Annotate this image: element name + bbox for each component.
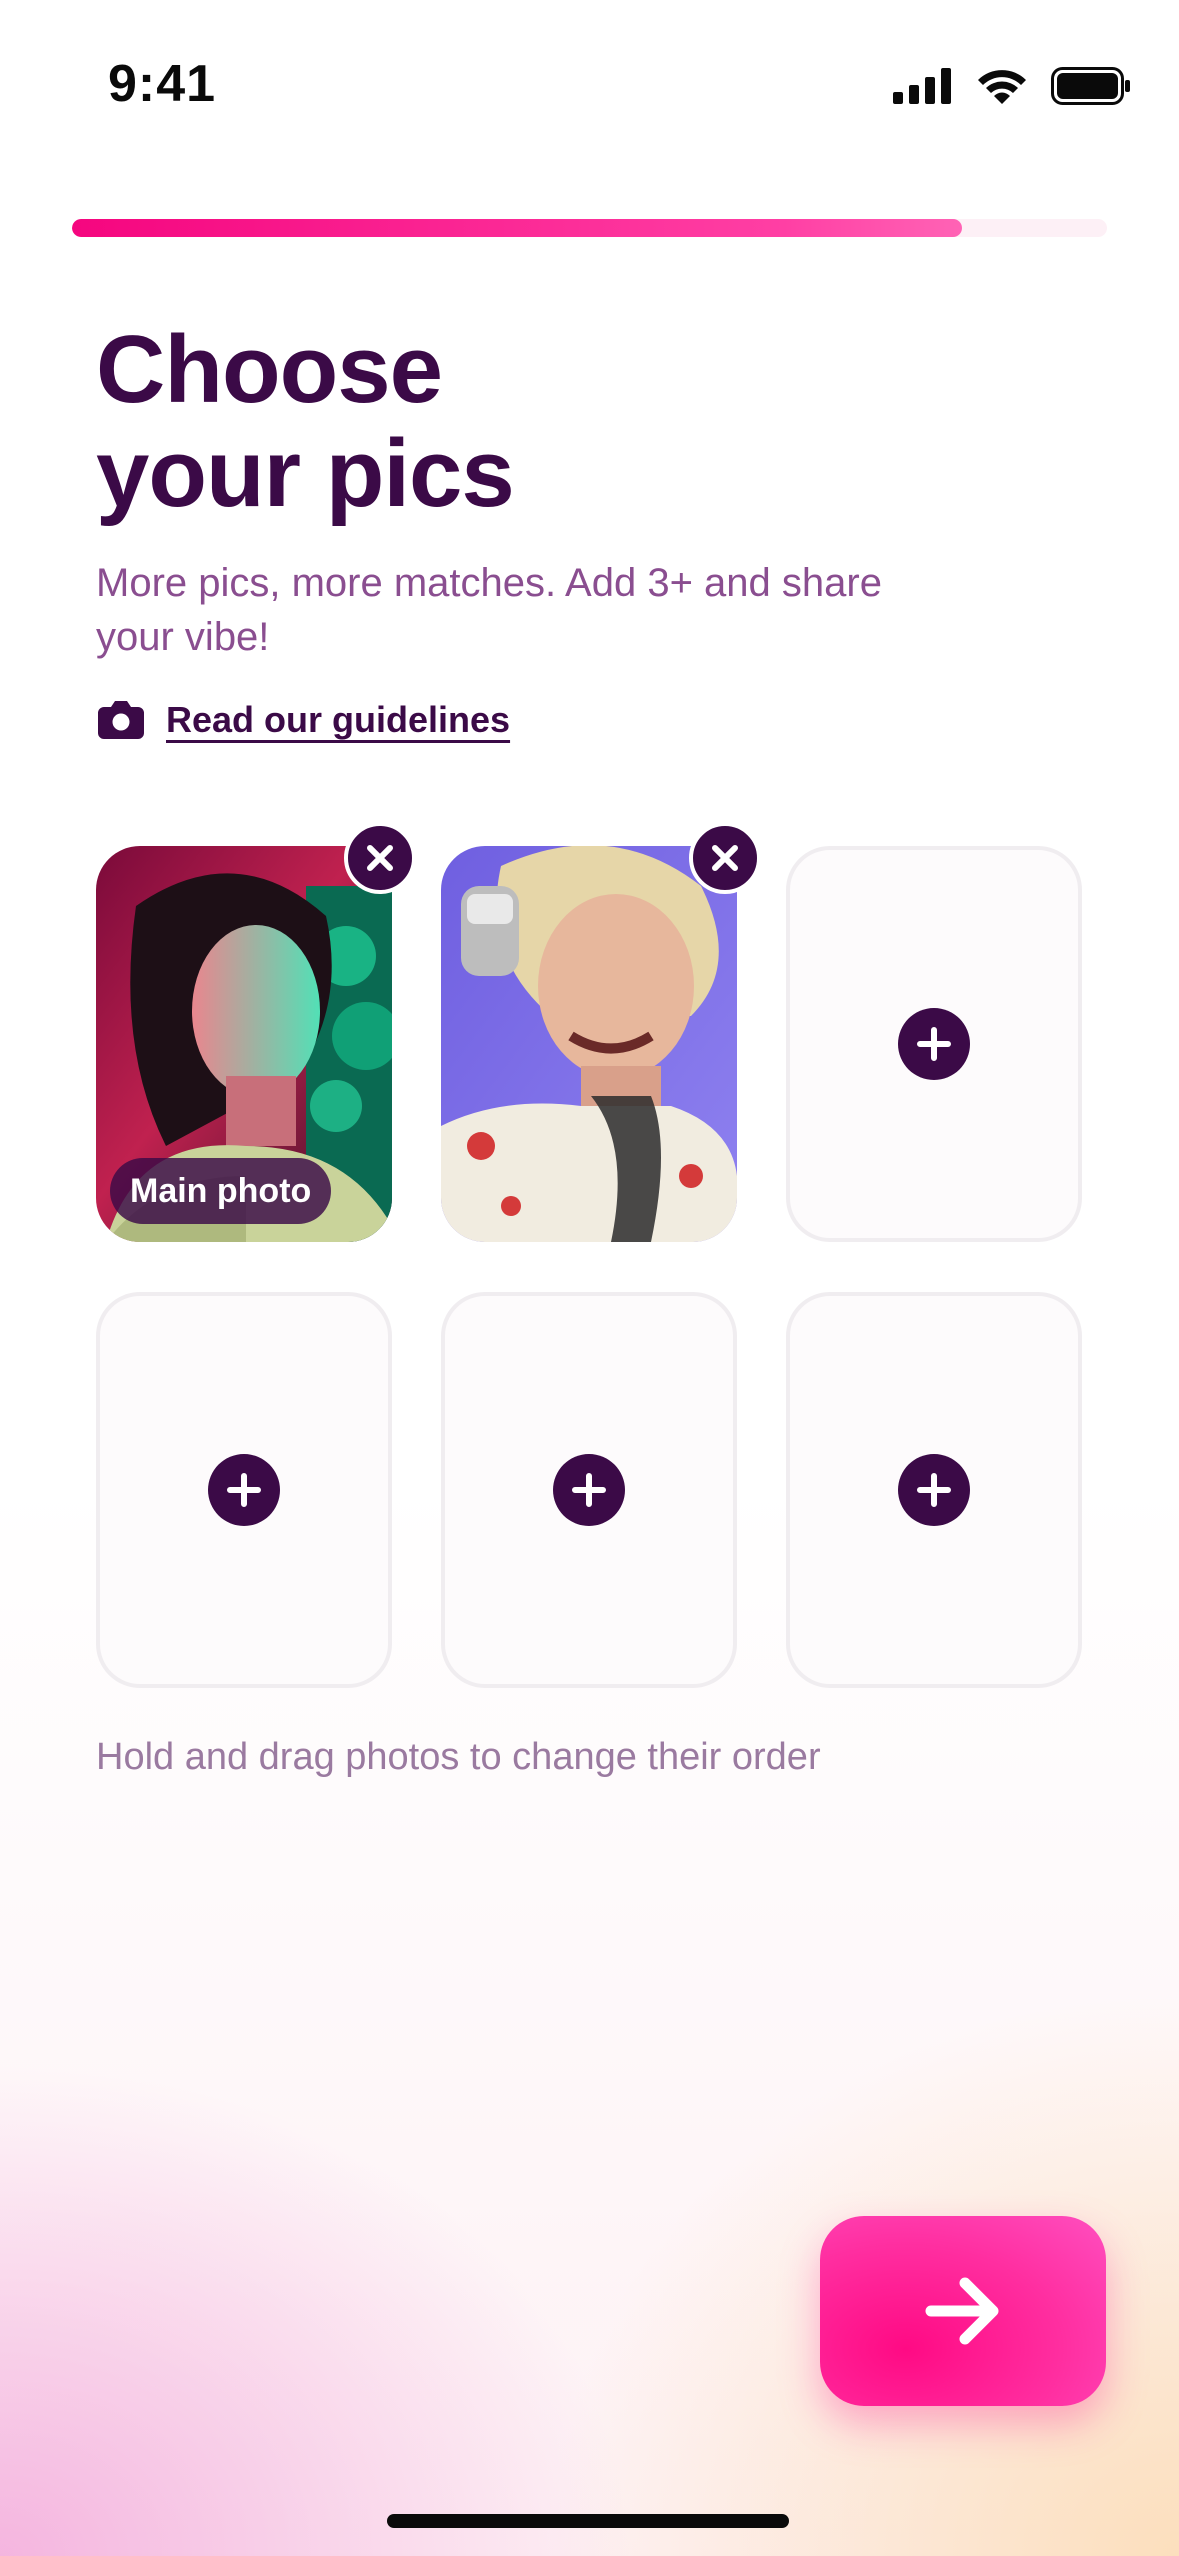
status-icons: [893, 66, 1131, 106]
close-icon: [712, 845, 738, 871]
photo-slot-5[interactable]: [441, 1292, 737, 1688]
plus-icon: [227, 1473, 261, 1507]
onboarding-progress-bar: [72, 219, 1107, 237]
guidelines-link-text[interactable]: Read our guidelines: [166, 699, 510, 741]
arrow-right-icon: [925, 2277, 999, 2345]
next-button[interactable]: [820, 2216, 1106, 2406]
guidelines-link[interactable]: Read our guidelines: [96, 692, 510, 748]
main-photo-badge: Main photo: [110, 1158, 332, 1224]
title-line-2: your pics: [96, 420, 515, 527]
close-icon: [367, 845, 393, 871]
add-photo-button[interactable]: [553, 1454, 625, 1526]
photo-slot-1[interactable]: Main photo: [96, 822, 416, 1242]
plus-icon: [572, 1473, 606, 1507]
plus-icon: [917, 1027, 951, 1061]
photo-image-2: [441, 846, 737, 1242]
camera-icon: [98, 701, 144, 739]
page-subtitle: More pics, more matches. Add 3+ and shar…: [96, 561, 882, 659]
photo-slot-3[interactable]: [786, 846, 1082, 1242]
add-photo-button[interactable]: [898, 1008, 970, 1080]
wifi-icon: [978, 70, 1026, 104]
add-photo-button[interactable]: [208, 1454, 280, 1526]
signal-icon: [893, 68, 951, 104]
home-indicator: [387, 2514, 789, 2528]
status-time: 9:41: [108, 55, 217, 113]
page-title: Choose your pics: [96, 316, 515, 527]
status-bar: 9:41: [0, 0, 1179, 170]
photo-slot-4[interactable]: [96, 1292, 392, 1688]
progress-fill: [72, 219, 963, 237]
remove-photo-button-2[interactable]: [689, 822, 761, 894]
remove-photo-button-1[interactable]: [344, 822, 416, 894]
photo-slot-6[interactable]: [786, 1292, 1082, 1688]
reorder-hint: Hold and drag photos to change their ord…: [96, 1736, 821, 1778]
plus-icon: [917, 1473, 951, 1507]
title-line-1: Choose: [96, 316, 443, 423]
photo-2[interactable]: [441, 846, 737, 1242]
add-photo-button[interactable]: [898, 1454, 970, 1526]
photo-slot-2[interactable]: [441, 822, 761, 1242]
battery-icon: [1051, 67, 1130, 105]
